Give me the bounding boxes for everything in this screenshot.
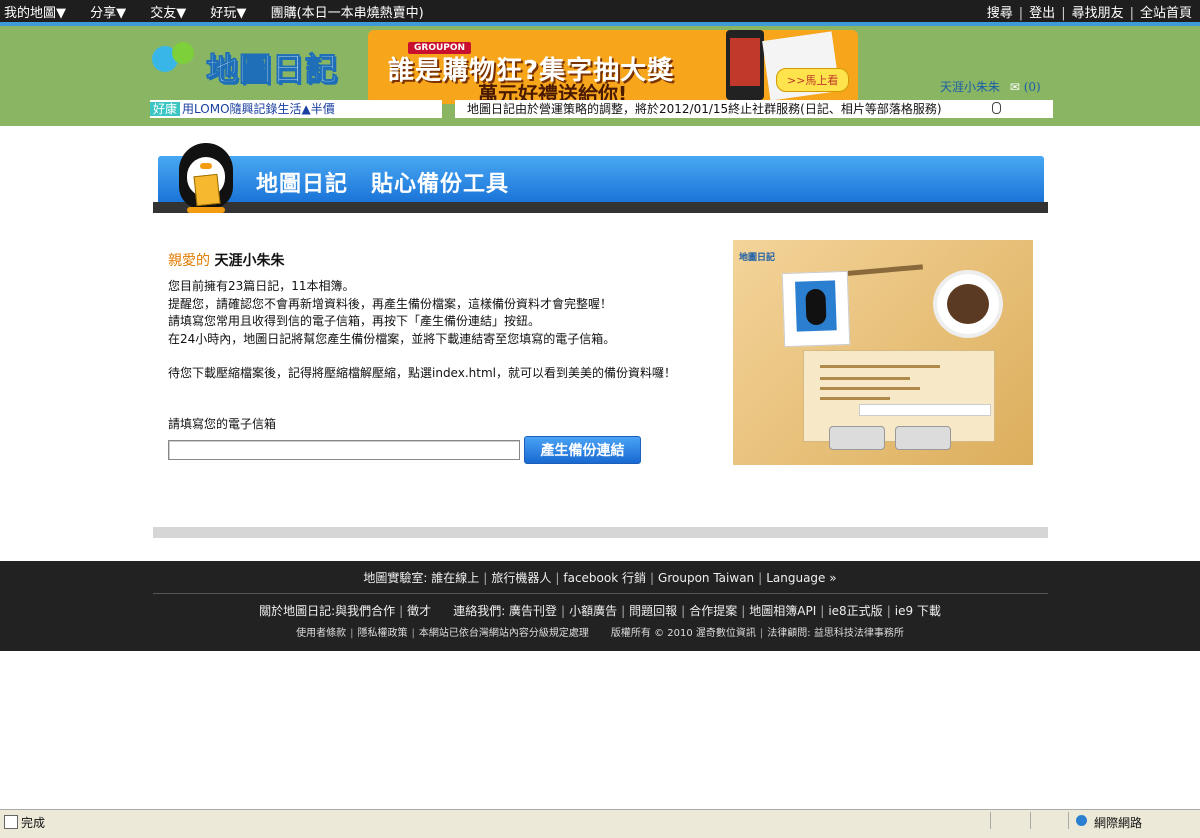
promo-tag: 好康 xyxy=(150,102,181,116)
phone-image xyxy=(726,30,764,100)
top-nav-bar: 我的地圖▼ 分享▼ 交友▼ 好玩▼ 團購(本日一本串燒熱賣中) 搜尋 | 登出 | 尋找… xyxy=(0,0,1200,22)
penguin-mascot-icon xyxy=(175,135,237,215)
site-header: 地圖日記 GROUPON 誰是購物狂?集字抽大獎 萬元好禮送給你! >>馬上看 … xyxy=(0,26,1200,126)
footer-link[interactable]: 地圖實驗室: 誰在線上 xyxy=(363,571,479,585)
greeting-dear: 親愛的 xyxy=(168,253,210,269)
footer-link[interactable]: 連絡我們: 廣告刊登 xyxy=(453,604,557,618)
preview-logo: 地圖日記 xyxy=(739,253,776,263)
info-line: 您目前擁有23篇日記，11本相簿。 xyxy=(168,279,355,293)
preview-photo-card xyxy=(781,270,851,348)
page-title-band: 地圖日記 貼心備份工具 xyxy=(158,156,1044,202)
coffee-cup-image xyxy=(933,270,1003,338)
instructions: 您目前擁有23篇日記，11本相簿。 提醒您，請確認您不會再新增資料後，再產生備份… xyxy=(168,278,676,383)
footer-copyright: 版權所有 © 2010 渥奇數位資訊 xyxy=(610,628,756,639)
footer-link[interactable]: 關於地圖日記:與我們合作 xyxy=(259,604,395,618)
footer-link[interactable]: 使用者條款 xyxy=(296,628,346,639)
info-line: 提醒您，請確認您不會再新增資料後，再產生備份檔案，這樣備份資料才會完整喔！ xyxy=(168,296,613,311)
footer-link[interactable]: 小額廣告 xyxy=(569,604,617,618)
preview-link-box xyxy=(859,404,991,416)
announcement-text: 地圖日記由於營運策略的調整，將於2012/01/15終止社群服務(日記、相片等部… xyxy=(467,102,942,116)
generate-backup-link-button[interactable]: 產生備份連結 xyxy=(524,436,641,464)
footer-link[interactable]: 隱私權政策 xyxy=(358,628,408,639)
nav-my-map[interactable]: 我的地圖▼ xyxy=(4,6,66,21)
footer-link[interactable]: Groupon Taiwan xyxy=(658,571,754,585)
status-text: 完成 xyxy=(21,816,46,830)
nav-fun[interactable]: 好玩▼ xyxy=(210,6,246,21)
email-field[interactable] xyxy=(168,440,520,460)
footer-link[interactable]: ie8正式版 xyxy=(828,604,882,618)
page-title: 地圖日記 貼心備份工具 xyxy=(256,172,510,197)
info-line: 在24小時內，地圖日記將幫您產生備份檔案，並將下載連結寄至您填寫的電子信箱。 xyxy=(168,331,616,346)
preview-button-left xyxy=(829,426,885,450)
microphone-icon xyxy=(992,102,1001,114)
ad-banner[interactable]: GROUPON 誰是購物狂?集字抽大獎 萬元好禮送給你! >>馬上看 xyxy=(368,30,858,104)
mail-count[interactable]: (0) xyxy=(1024,80,1041,94)
info-line: 請填寫您常用且收得到信的電子信箱，再按下「產生備份連結」按鈕。 xyxy=(168,314,541,328)
user-box: 天涯小朱朱 ✉ (0) xyxy=(940,78,1041,95)
footer-link[interactable]: 徵才 xyxy=(407,604,431,618)
internet-zone-icon xyxy=(1076,815,1087,826)
footer-link[interactable]: 合作提案 xyxy=(689,604,737,618)
nav-share[interactable]: 分享▼ xyxy=(90,6,126,21)
security-zone-text: 網際網路 xyxy=(1094,816,1143,830)
page-done-icon xyxy=(4,815,18,829)
greeting-name: 天涯小朱朱 xyxy=(214,253,285,269)
mail-icon[interactable]: ✉ xyxy=(1010,80,1020,94)
footer-row-2: 關於地圖日記:與我們合作 | 徵才 連絡我們: 廣告刊登 | 小額廣告 | 問題回報 | 合作提案… xyxy=(259,604,941,618)
announcement-ticker: 地圖日記由於營運策略的調整，將於2012/01/15終止社群服務(日記、相片等部… xyxy=(455,100,1053,118)
nav-find-friends[interactable]: 尋找朋友 xyxy=(1072,6,1124,21)
footer-link[interactable]: facebook 行銷 xyxy=(563,571,646,585)
banner-cta-button[interactable]: >>馬上看 xyxy=(776,68,850,92)
backup-preview-image: 地圖日記 xyxy=(733,240,1033,465)
footer-row-1: 地圖實驗室: 誰在線上 | 旅行機器人 | facebook 行銷 | Groupon Ta… xyxy=(363,571,837,585)
nav-group-buy[interactable]: 團購(本日一本串燒熱賣中) xyxy=(271,6,424,21)
footer-row-3: 使用者條款 | 隱私權政策 | 本網站已依台灣網站內容分級規定處理 版權所有 © 2010… xyxy=(296,628,904,639)
nav-friends[interactable]: 交友▼ xyxy=(150,6,186,21)
footer-link[interactable]: Language » xyxy=(766,571,836,585)
content-divider xyxy=(153,527,1048,538)
title-underline xyxy=(153,202,1048,213)
info-extra: 待您下載壓縮檔案後，記得將壓縮檔解壓縮，點選index.html，就可以看到美美… xyxy=(168,366,676,380)
email-label: 請填寫您的電子信箱 xyxy=(168,417,277,431)
user-name-link[interactable]: 天涯小朱朱 xyxy=(940,80,1000,94)
footer-link[interactable]: 地圖相簿API xyxy=(749,604,816,618)
footer-link[interactable]: 旅行機器人 xyxy=(491,571,551,585)
footer-link[interactable]: 本網站已依台灣網站內容分級規定處理 xyxy=(419,628,589,639)
site-footer: 地圖實驗室: 誰在線上 | 旅行機器人 | facebook 行銷 | Groupon Ta… xyxy=(0,561,1200,651)
nav-logout[interactable]: 登出 xyxy=(1029,6,1055,21)
promo-ticker[interactable]: 好康 用LOMO隨興記錄生活▲半價 xyxy=(150,100,442,118)
promo-text[interactable]: 用LOMO隨興記錄生活▲半價 xyxy=(182,102,335,116)
greeting: 親愛的 天涯小朱朱 xyxy=(168,250,284,270)
logo-text: 地圖日記 xyxy=(205,50,339,89)
nav-home[interactable]: 全站首頁 xyxy=(1140,6,1192,21)
footer-rule xyxy=(153,593,1048,594)
browser-status-bar: 完成 網際網路 xyxy=(0,809,1200,838)
nav-search[interactable]: 搜尋 xyxy=(987,6,1013,21)
logo-bubble-green-icon xyxy=(172,42,194,64)
preview-button-right xyxy=(895,426,951,450)
footer-link[interactable]: ie9 下載 xyxy=(895,604,941,618)
footer-link[interactable]: 問題回報 xyxy=(629,604,677,618)
footer-link[interactable]: 法律顧問: 益思科技法律事務所 xyxy=(767,628,904,639)
site-logo[interactable]: 地圖日記 xyxy=(150,40,340,89)
